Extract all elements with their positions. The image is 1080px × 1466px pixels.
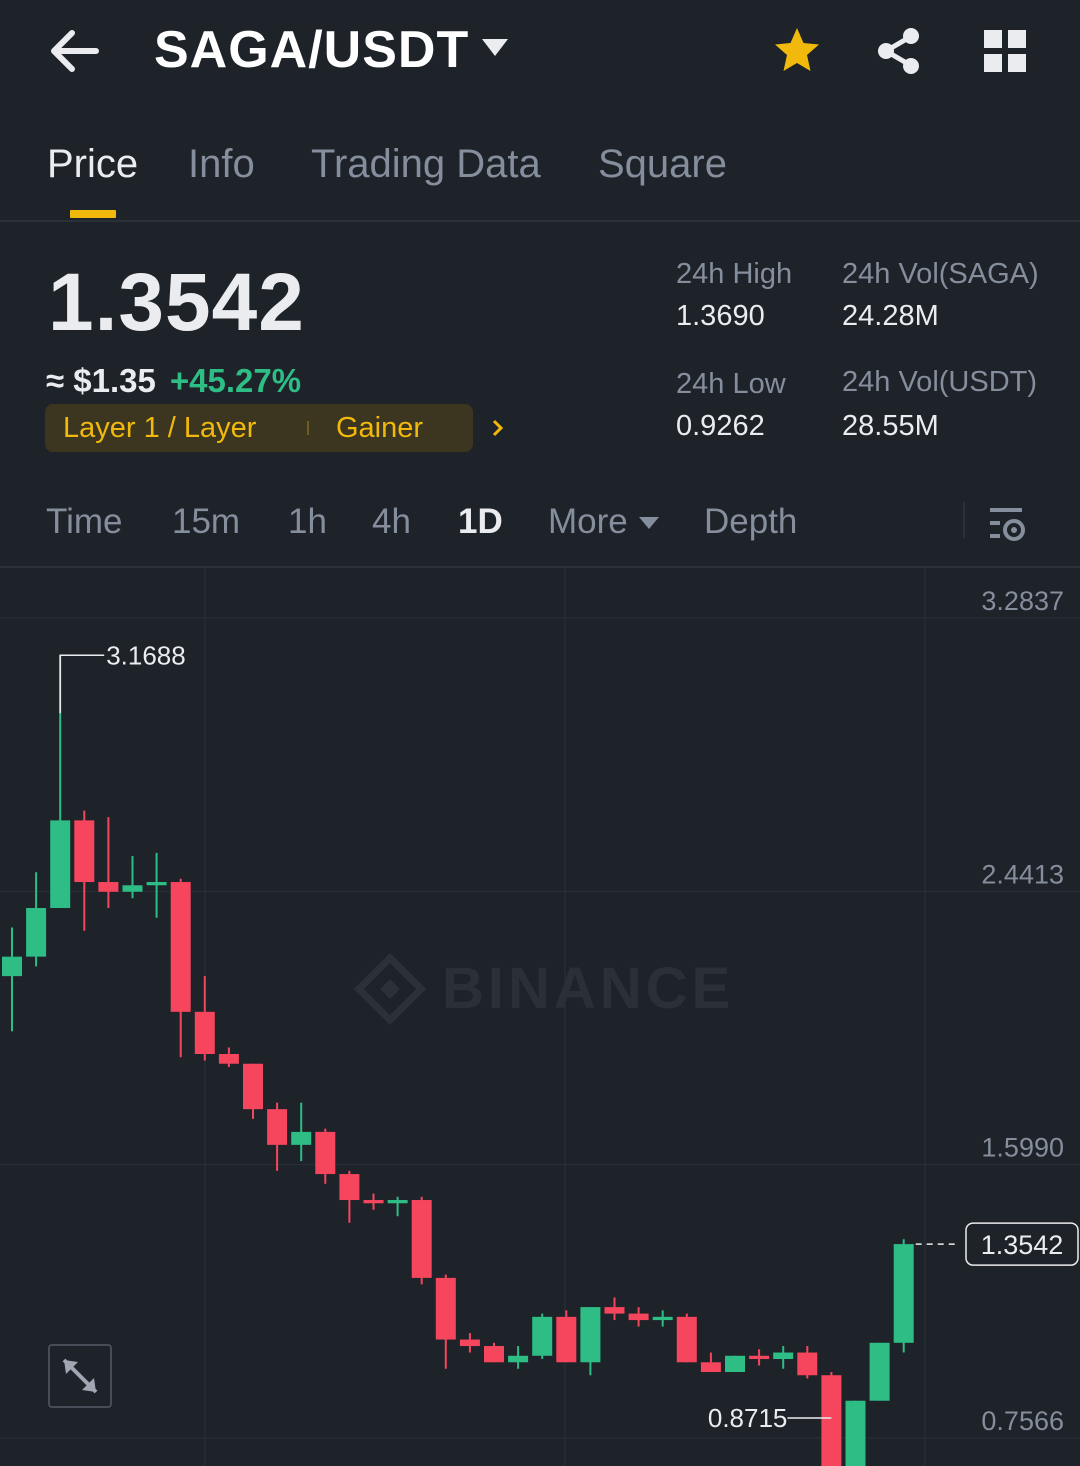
candle-body[interactable] [749,1355,770,1360]
tab-square[interactable]: Square [598,142,727,187]
candle-body[interactable] [652,1316,673,1321]
candle-body[interactable] [267,1109,288,1145]
top-bar: SAGA/USDT [0,0,1080,105]
candle-body[interactable] [821,1375,842,1466]
price-change-percent: +45.27% [169,362,302,399]
price-chart[interactable]: BINANCE 3.2837 2.4413 1.5990 0.7566 3.1688 0.… [0,568,1080,1466]
share-icon[interactable] [872,24,926,78]
candle-body[interactable] [869,1342,890,1401]
chevron-down-icon [639,517,659,529]
candle-body[interactable] [459,1339,480,1347]
candle-body[interactable] [676,1316,697,1363]
candle-body[interactable] [2,956,22,977]
candlestick-chart[interactable]: BINANCE 3.2837 2.4413 1.5990 0.7566 3.1688 0.… [0,568,1080,1466]
grid-icon[interactable] [980,26,1030,76]
candle-body[interactable] [74,820,95,883]
category-tag[interactable]: Layer 1 / Layer [63,412,256,445]
candle-body[interactable] [700,1362,721,1373]
candle-body[interactable] [50,820,71,908]
chevron-down-icon[interactable] [480,36,510,60]
vol-base-label: 24h Vol(SAGA) [842,258,1039,290]
candle-body[interactable] [170,882,191,1012]
candle-body[interactable] [435,1277,456,1340]
last-price: 1.3542 [48,257,305,348]
candle-body[interactable] [532,1316,553,1356]
watermark-text: BINANCE [442,956,734,1021]
tab-info[interactable]: Info [188,142,255,187]
candle-body[interactable] [291,1131,312,1145]
interval-bar: Time 15m 1h 4h 1D More Depth [0,490,1080,568]
high-marker-line [59,654,105,714]
low-label: 24h Low [676,368,786,400]
candle-body[interactable] [411,1200,432,1278]
candle-body[interactable] [604,1307,625,1314]
candle-body[interactable] [628,1313,649,1321]
gainer-tag[interactable]: Gainer [336,412,423,445]
section-tabs: Price Info Trading Data Square [0,130,1080,222]
fiat-change-row: ≈ $1.35 +45.27% [46,362,301,400]
candle-body[interactable] [363,1200,384,1204]
interval-1d[interactable]: 1D [458,502,503,542]
candle-body[interactable] [580,1307,601,1363]
y-tick-bottom: 0.7566 [981,1406,1064,1436]
high-marker-label: 3.1688 [106,640,186,670]
candle-body[interactable] [218,1054,239,1064]
active-tab-indicator [70,210,116,218]
candle-body[interactable] [725,1355,745,1373]
candle-body[interactable] [893,1244,914,1343]
tag-divider [307,421,309,435]
y-tick-top: 3.2837 [981,586,1064,616]
candle-body[interactable] [146,882,167,886]
candle-body[interactable] [797,1352,818,1376]
vol-quote-value: 28.55M [842,410,939,442]
candle-body[interactable] [194,1011,215,1055]
chart-settings-icon[interactable] [986,504,1030,544]
interval-depth[interactable]: Depth [704,502,797,542]
interval-4h[interactable]: 4h [372,502,411,542]
candle-body[interactable] [484,1346,504,1363]
candle-body[interactable] [387,1200,408,1204]
tag-bar[interactable]: Layer 1 / Layer Gainer [45,404,504,452]
chevron-right-icon [492,419,504,437]
candle-body[interactable] [845,1400,866,1466]
interval-15m[interactable]: 15m [172,502,240,542]
candle-body[interactable] [773,1352,794,1360]
low-marker-label: 0.8715 [708,1403,788,1433]
market-screen: SAGA/USDT Price Info Trading Data Square… [0,0,1080,1466]
interval-time[interactable]: Time [46,502,122,542]
star-icon[interactable] [770,24,824,78]
expand-icon[interactable] [48,1344,112,1408]
fiat-price: ≈ $1.35 [46,362,156,399]
tab-price[interactable]: Price [47,142,138,187]
candle-body[interactable] [243,1063,263,1110]
vol-quote-label: 24h Vol(USDT) [842,366,1038,398]
candle-body[interactable] [26,907,47,957]
low-value: 0.9262 [676,410,765,442]
vol-base-value: 24.28M [842,300,939,332]
candle-body[interactable] [98,882,119,892]
high-label: 24h High [676,258,793,290]
interval-1h[interactable]: 1h [288,502,327,542]
binance-watermark: BINANCE [353,952,734,1026]
tab-trading-data[interactable]: Trading Data [311,142,541,187]
candle-body[interactable] [339,1174,360,1201]
candle-body[interactable] [122,885,143,892]
interval-more[interactable]: More [548,502,628,542]
candle-body[interactable] [556,1316,577,1363]
arrow-left-icon[interactable] [50,28,100,74]
high-value: 1.3690 [676,300,765,332]
last-price-label: 1.3542 [981,1230,1064,1260]
y-tick-3: 1.5990 [981,1133,1064,1163]
divider [963,502,965,538]
y-tick-2: 2.4413 [981,859,1064,889]
candle-body[interactable] [315,1131,336,1175]
candle-body[interactable] [508,1355,529,1363]
pair-title[interactable]: SAGA/USDT [154,20,469,80]
